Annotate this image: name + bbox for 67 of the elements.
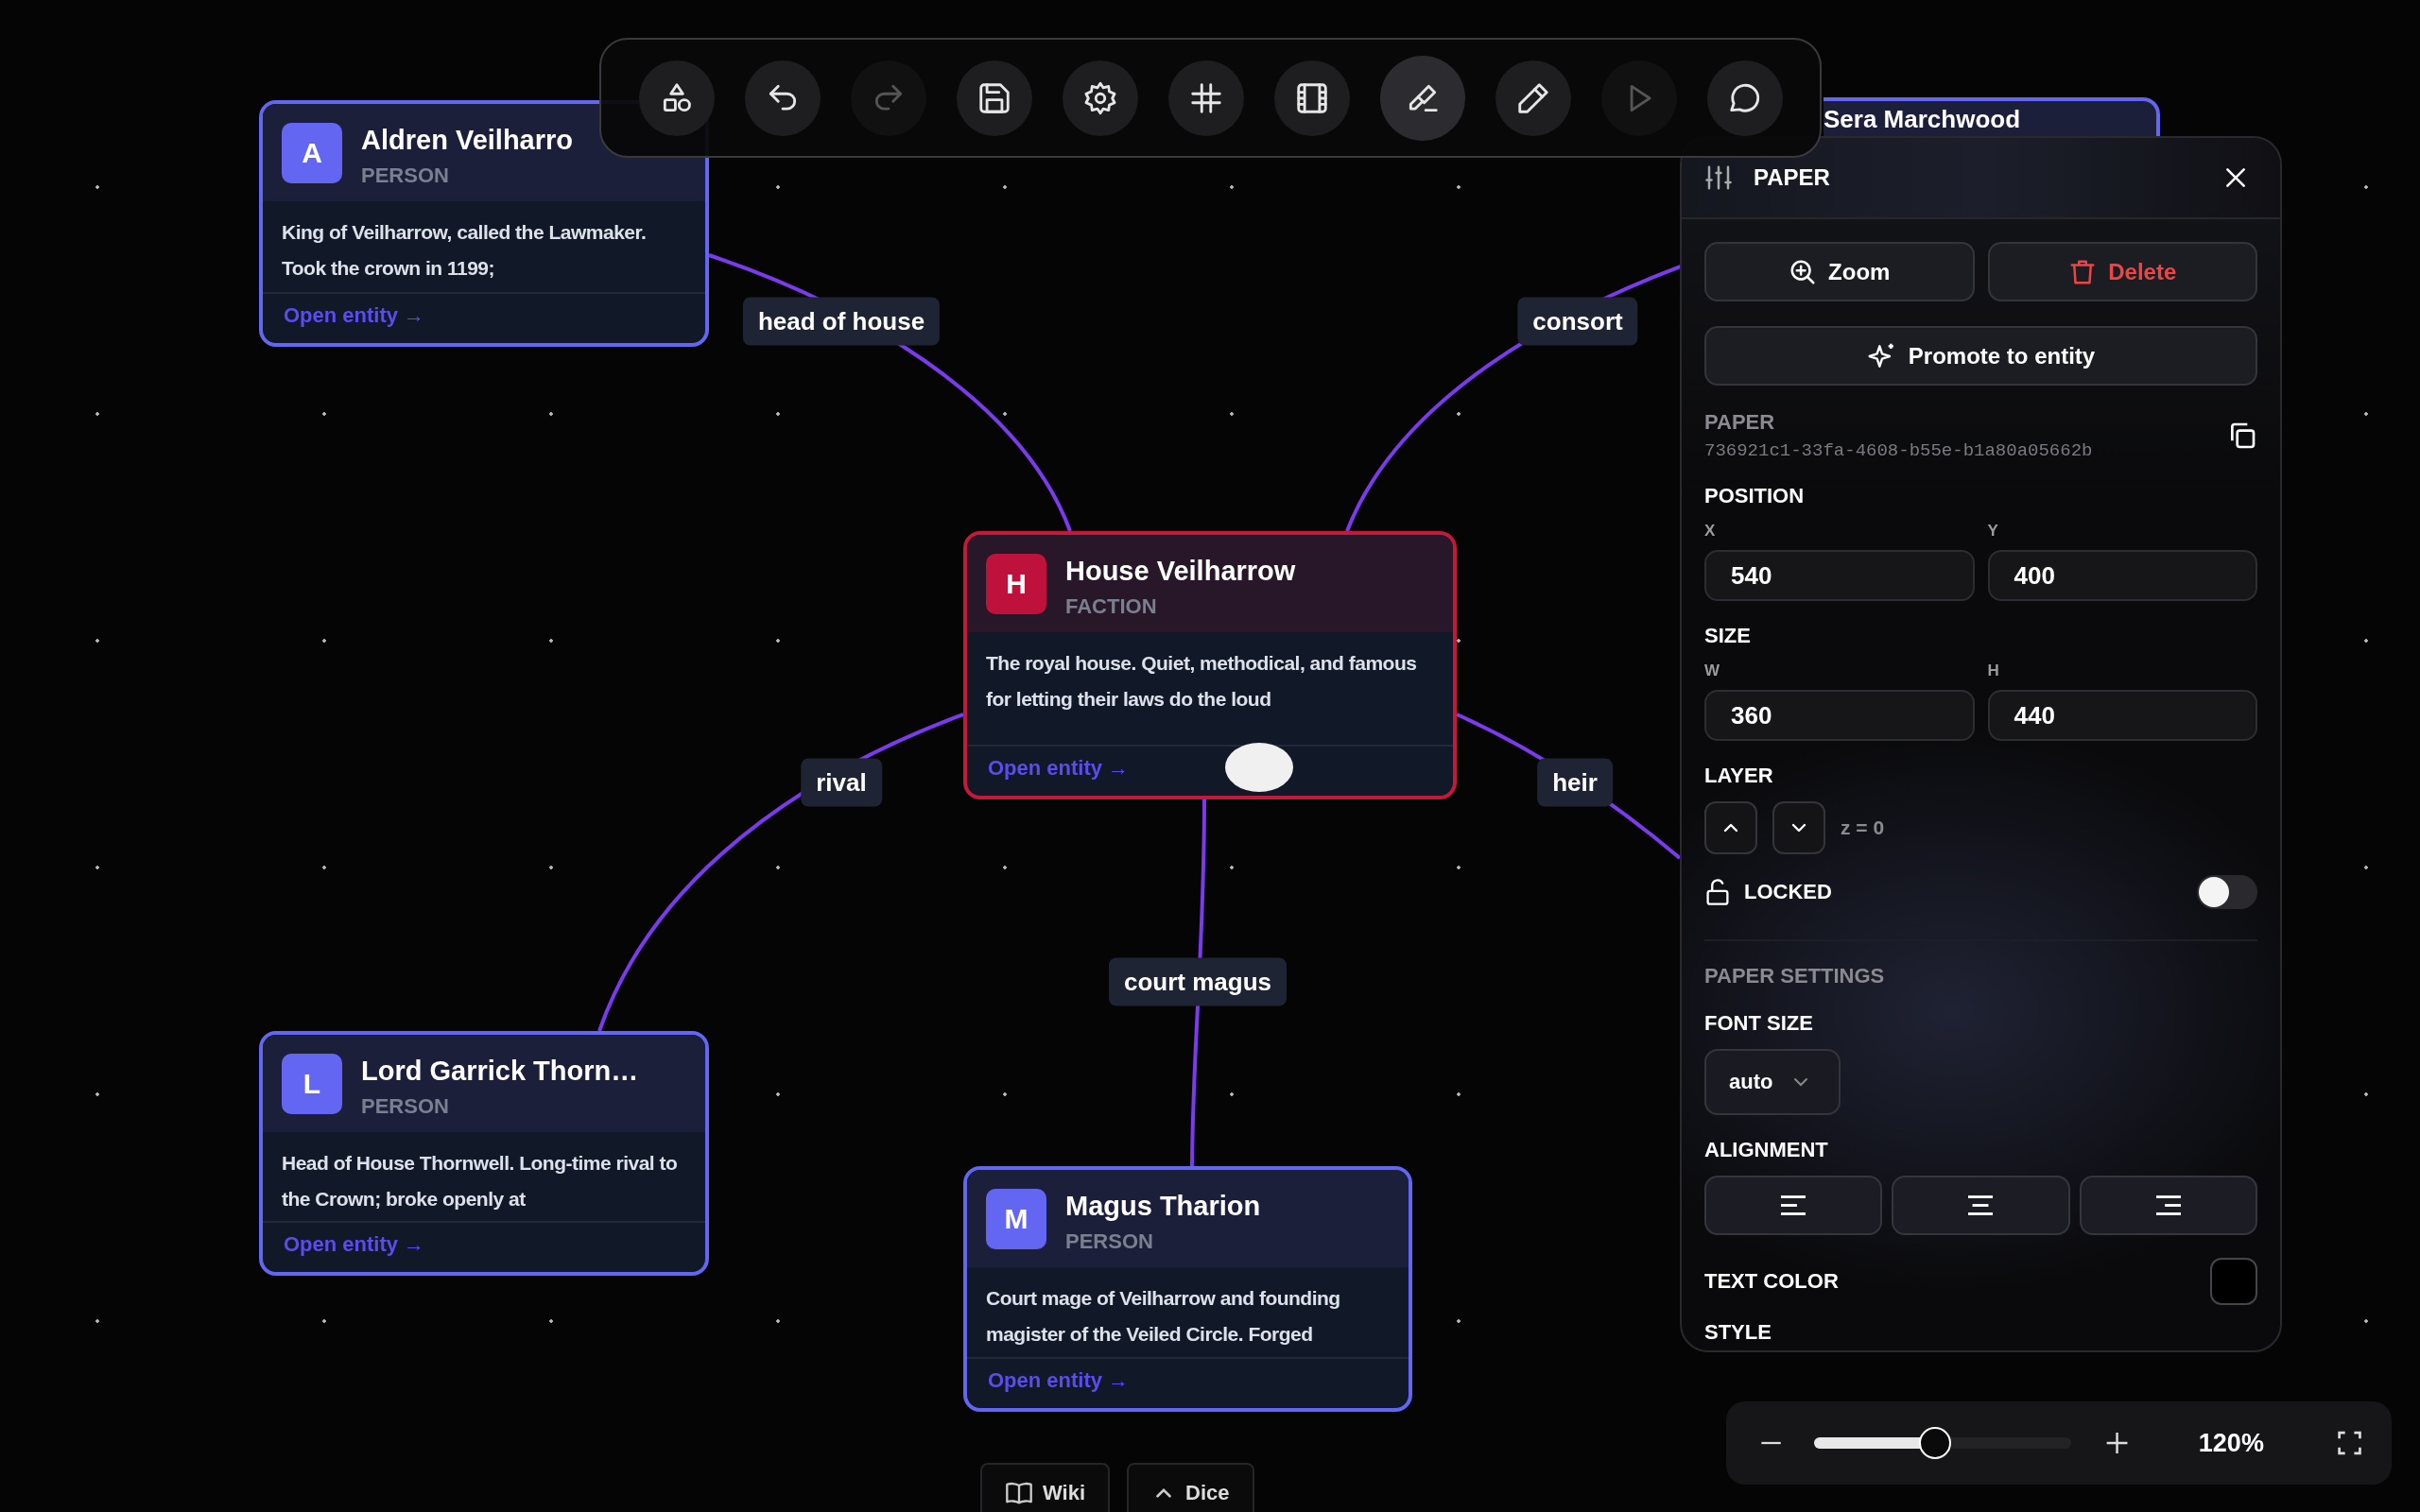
unlock-icon (1704, 878, 1731, 906)
section-label: PAPER (1704, 410, 1776, 435)
section-label: SIZE (1704, 624, 1752, 648)
promote-button[interactable]: Promote to entity (1704, 326, 2257, 386)
y-field[interactable]: 400 (1987, 550, 2257, 601)
section-label: LAYER (1704, 764, 1774, 788)
delete-button[interactable]: Delete (1987, 242, 2257, 301)
font-size-select[interactable]: auto (1704, 1049, 1841, 1115)
relation-label: court magus (1109, 957, 1287, 1006)
avatar: A (282, 123, 342, 183)
section-label: FONT SIZE (1704, 1011, 1814, 1036)
card-title: Sera Marchwood (1824, 105, 2022, 133)
entity-card[interactable]: L Lord Garrick Thorn… PERSON Head of House Thornwell. Long-time rival to the Crown; broke openly at Open entity → (259, 1031, 709, 1276)
x-field[interactable]: 540 (1704, 550, 1975, 601)
layer-index: z = 0 (1841, 816, 1885, 839)
field-label: Y (1987, 522, 1999, 541)
zoom-slider[interactable] (1814, 1427, 2071, 1459)
card-type: PERSON (361, 1094, 450, 1119)
section-heading: PAPER SETTINGS (1704, 964, 1886, 988)
relation-label: rival (801, 758, 882, 807)
slider-thumb[interactable] (1918, 1427, 1951, 1459)
relation-label: heir (1537, 758, 1613, 807)
card-description: Head of House Thornwell. Long-time rival to the Crown; broke openly at (282, 1151, 679, 1211)
paper-id: 736921c1-33fa-4608-b55e-b1a80a05662b (1704, 440, 2093, 461)
zoom-button[interactable]: Zoom (1704, 242, 1975, 301)
card-title: House Veilharrow (1065, 556, 1296, 587)
fullscreen-icon[interactable] (2335, 1429, 2363, 1457)
sliders-icon (1704, 163, 1733, 192)
section-label: STYLE (1704, 1320, 1772, 1345)
text-color-label: TEXT COLOR (1704, 1269, 1839, 1294)
align-center-icon (1968, 1195, 1994, 1215)
entity-card[interactable]: H House Veilharrow FACTION The royal house. Quiet, methodical, and famous for letting their laws do the loud Open entity → (963, 531, 1457, 799)
section-label: ALIGNMENT (1704, 1138, 1829, 1162)
avatar: H (986, 554, 1046, 614)
field-label: H (1987, 662, 2000, 680)
locked-label: LOCKED (1744, 880, 1832, 904)
book-icon (1005, 1481, 1033, 1505)
width-field[interactable]: 360 (1704, 690, 1975, 741)
entity-card[interactable]: Sera Marchwood (1824, 97, 2160, 136)
card-description: Court mage of Veilharrow and founding magister of the Veiled Circle. Forged (986, 1286, 1341, 1347)
avatar: M (986, 1189, 1046, 1249)
avatar: L (282, 1054, 342, 1114)
entity-card[interactable]: M Magus Tharion PERSON Court mage of Veilharrow and founding magister of the Veiled Circle. Forged Open entity → (963, 1166, 1412, 1412)
relation-label: consort (1517, 297, 1638, 346)
align-left-icon (1781, 1195, 1806, 1215)
locked-toggle[interactable] (2197, 875, 2257, 909)
panel-title: PAPER (1754, 164, 1830, 191)
field-label: X (1704, 522, 1717, 541)
card-type: FACTION (1065, 594, 1158, 619)
color-swatch[interactable] (2210, 1258, 2257, 1305)
entity-card[interactable]: A Aldren Veilharro PERSON King of Veilharrow, called the Lawmaker. Took the crown in 1199; Open entity → (259, 100, 709, 347)
relation-label: head of house (742, 297, 941, 346)
align-right-icon (2155, 1195, 2181, 1215)
close-icon[interactable] (2223, 165, 2248, 190)
zoom-percent: 120% (2198, 1428, 2264, 1458)
card-title: Aldren Veilharro (361, 125, 573, 156)
card-title: Lord Garrick Thorn… (361, 1056, 639, 1087)
card-type: PERSON (1065, 1229, 1154, 1254)
field-label: W (1704, 662, 1721, 680)
bottom-button[interactable]: Dice (1127, 1463, 1254, 1512)
section-label: POSITION (1704, 484, 1806, 508)
card-description: King of Veilharrow, called the Lawmaker. Took the crown in 1199; (282, 220, 648, 281)
height-field[interactable]: 440 (1987, 690, 2257, 741)
bottom-button[interactable]: Wiki (980, 1463, 1111, 1512)
card-title: Magus Tharion (1065, 1191, 1261, 1222)
card-description: The royal house. Quiet, methodical, and famous for letting their laws do the loud (986, 651, 1418, 712)
card-type: PERSON (361, 163, 450, 188)
